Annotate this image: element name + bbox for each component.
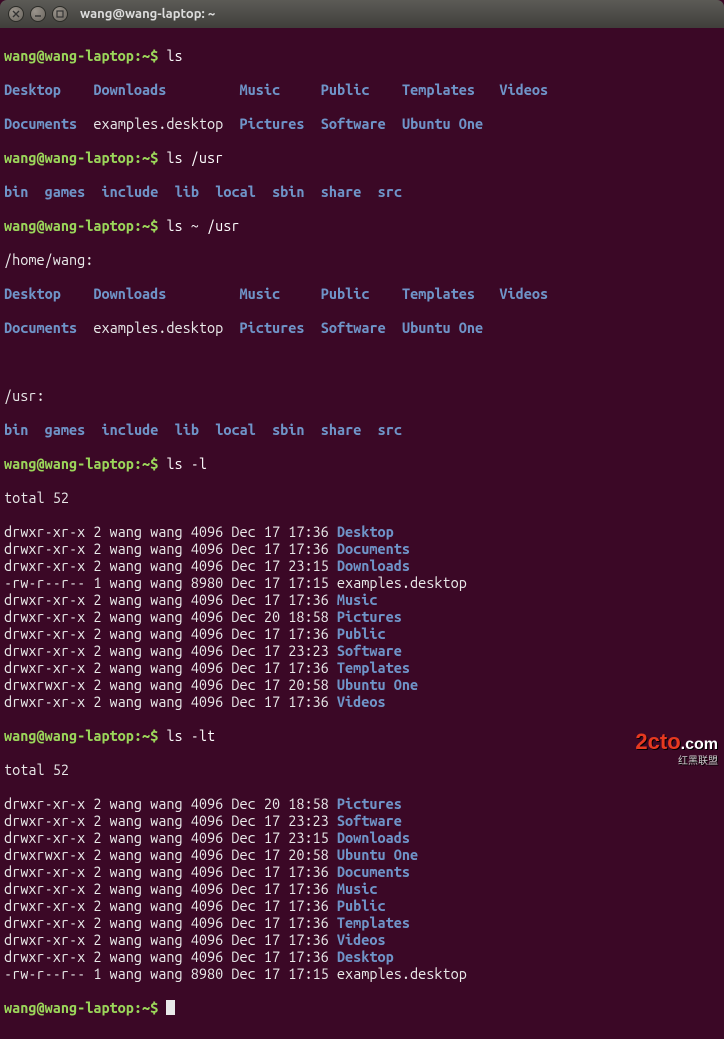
- directory-name: Documents: [337, 540, 410, 557]
- directory-name: Documents: [337, 863, 410, 880]
- prompt-line: wang@wang-laptop:~$ ls: [4, 47, 720, 64]
- ls-long-row: drwxr-xr-x 2 wang wang 4096 Dec 17 17:36…: [4, 880, 720, 897]
- directory-name: Music: [337, 880, 378, 897]
- directory-name: Ubuntu One: [337, 676, 418, 693]
- ls-long-row: drwxr-xr-x 2 wang wang 4096 Dec 17 17:36…: [4, 540, 720, 557]
- close-icon[interactable]: [8, 6, 24, 22]
- ls-long-row: drwxr-xr-x 2 wang wang 4096 Dec 17 17:36…: [4, 897, 720, 914]
- file-name: examples.desktop: [337, 965, 467, 982]
- command-ls-usr: ls /usr: [166, 149, 223, 166]
- ls-output-row1: Desktop Downloads Music Public Templates…: [4, 285, 720, 302]
- window-title: wang@wang-laptop: ~: [80, 6, 215, 23]
- directory-name: Ubuntu One: [337, 846, 418, 863]
- directory-name: Desktop: [337, 523, 394, 540]
- command-ls-lt: ls -lt: [166, 727, 215, 744]
- command-ls: ls: [166, 47, 182, 64]
- terminal-body[interactable]: wang@wang-laptop:~$ ls Desktop Downloads…: [0, 28, 724, 1039]
- window-titlebar: wang@wang-laptop: ~: [0, 0, 724, 28]
- ls-usr-output: bin games include lib local sbin share s…: [4, 421, 720, 438]
- prompt-line: wang@wang-laptop:~$ ls -l: [4, 455, 720, 472]
- directory-name: Downloads: [337, 557, 410, 574]
- directory-name: Downloads: [337, 829, 410, 846]
- minimize-icon[interactable]: [30, 6, 46, 22]
- prompt-path: ~: [142, 47, 150, 64]
- maximize-icon[interactable]: [52, 6, 68, 22]
- prompt-userhost: wang@wang-laptop: [4, 47, 134, 64]
- ls-long-row: drwxr-xr-x 2 wang wang 4096 Dec 17 23:23…: [4, 812, 720, 829]
- ls-long-row: drwxr-xr-x 2 wang wang 4096 Dec 20 18:58…: [4, 795, 720, 812]
- ls-long-row: drwxr-xr-x 2 wang wang 4096 Dec 17 23:15…: [4, 557, 720, 574]
- command-ls-home-usr: ls ~ /usr: [166, 217, 239, 234]
- directory-name: Templates: [337, 914, 410, 931]
- directory-name: Public: [337, 625, 386, 642]
- usr-header: /usr:: [4, 387, 720, 404]
- ls-long-row: drwxr-xr-x 2 wang wang 4096 Dec 17 17:36…: [4, 591, 720, 608]
- prompt-line: wang@wang-laptop:~$ ls -lt: [4, 727, 720, 744]
- home-header: /home/wang:: [4, 251, 720, 268]
- directory-name: Desktop: [337, 948, 394, 965]
- ls-long-row: drwxr-xr-x 2 wang wang 4096 Dec 17 17:36…: [4, 659, 720, 676]
- ls-long-row: -rw-r--r-- 1 wang wang 8980 Dec 17 17:15…: [4, 574, 720, 591]
- ls-output-row2: Documents examples.desktop Pictures Soft…: [4, 115, 720, 132]
- cursor-icon: [166, 1000, 175, 1015]
- directory-name: Pictures: [337, 608, 402, 625]
- ls-usr-output: bin games include lib local sbin share s…: [4, 183, 720, 200]
- total-line: total 52: [4, 761, 720, 778]
- file-name: examples.desktop: [337, 574, 467, 591]
- watermark: 2cto.com 红黑联盟: [635, 733, 718, 770]
- directory-name: Music: [337, 591, 378, 608]
- directory-name: Pictures: [337, 795, 402, 812]
- ls-long-row: drwxr-xr-x 2 wang wang 4096 Dec 17 17:36…: [4, 863, 720, 880]
- prompt-line-cursor: wang@wang-laptop:~$: [4, 999, 720, 1016]
- ls-long-row: drwxr-xr-x 2 wang wang 4096 Dec 17 17:36…: [4, 693, 720, 710]
- total-line: total 52: [4, 489, 720, 506]
- directory-name: Videos: [337, 931, 386, 948]
- ls-long-row: drwxrwxr-x 2 wang wang 4096 Dec 17 20:58…: [4, 676, 720, 693]
- ls-long-row: drwxr-xr-x 2 wang wang 4096 Dec 17 23:15…: [4, 829, 720, 846]
- directory-name: Software: [337, 642, 402, 659]
- ls-long-row: drwxr-xr-x 2 wang wang 4096 Dec 17 17:36…: [4, 931, 720, 948]
- ls-long-row: drwxr-xr-x 2 wang wang 4096 Dec 17 23:23…: [4, 642, 720, 659]
- ls-long-row: drwxrwxr-x 2 wang wang 4096 Dec 17 20:58…: [4, 846, 720, 863]
- directory-name: Videos: [337, 693, 386, 710]
- directory-name: Software: [337, 812, 402, 829]
- ls-long-row: -rw-r--r-- 1 wang wang 8980 Dec 17 17:15…: [4, 965, 720, 982]
- ls-output-row1: Desktop Downloads Music Public Templates…: [4, 81, 720, 98]
- ls-output-row2: Documents examples.desktop Pictures Soft…: [4, 319, 720, 336]
- command-ls-l: ls -l: [166, 455, 207, 472]
- ls-long-row: drwxr-xr-x 2 wang wang 4096 Dec 20 18:58…: [4, 608, 720, 625]
- ls-long-row: drwxr-xr-x 2 wang wang 4096 Dec 17 17:36…: [4, 948, 720, 965]
- prompt-line: wang@wang-laptop:~$ ls /usr: [4, 149, 720, 166]
- ls-long-row: drwxr-xr-x 2 wang wang 4096 Dec 17 17:36…: [4, 523, 720, 540]
- ls-long-row: drwxr-xr-x 2 wang wang 4096 Dec 17 17:36…: [4, 625, 720, 642]
- prompt-line: wang@wang-laptop:~$ ls ~ /usr: [4, 217, 720, 234]
- directory-name: Templates: [337, 659, 410, 676]
- directory-name: Public: [337, 897, 386, 914]
- ls-long-row: drwxr-xr-x 2 wang wang 4096 Dec 17 17:36…: [4, 914, 720, 931]
